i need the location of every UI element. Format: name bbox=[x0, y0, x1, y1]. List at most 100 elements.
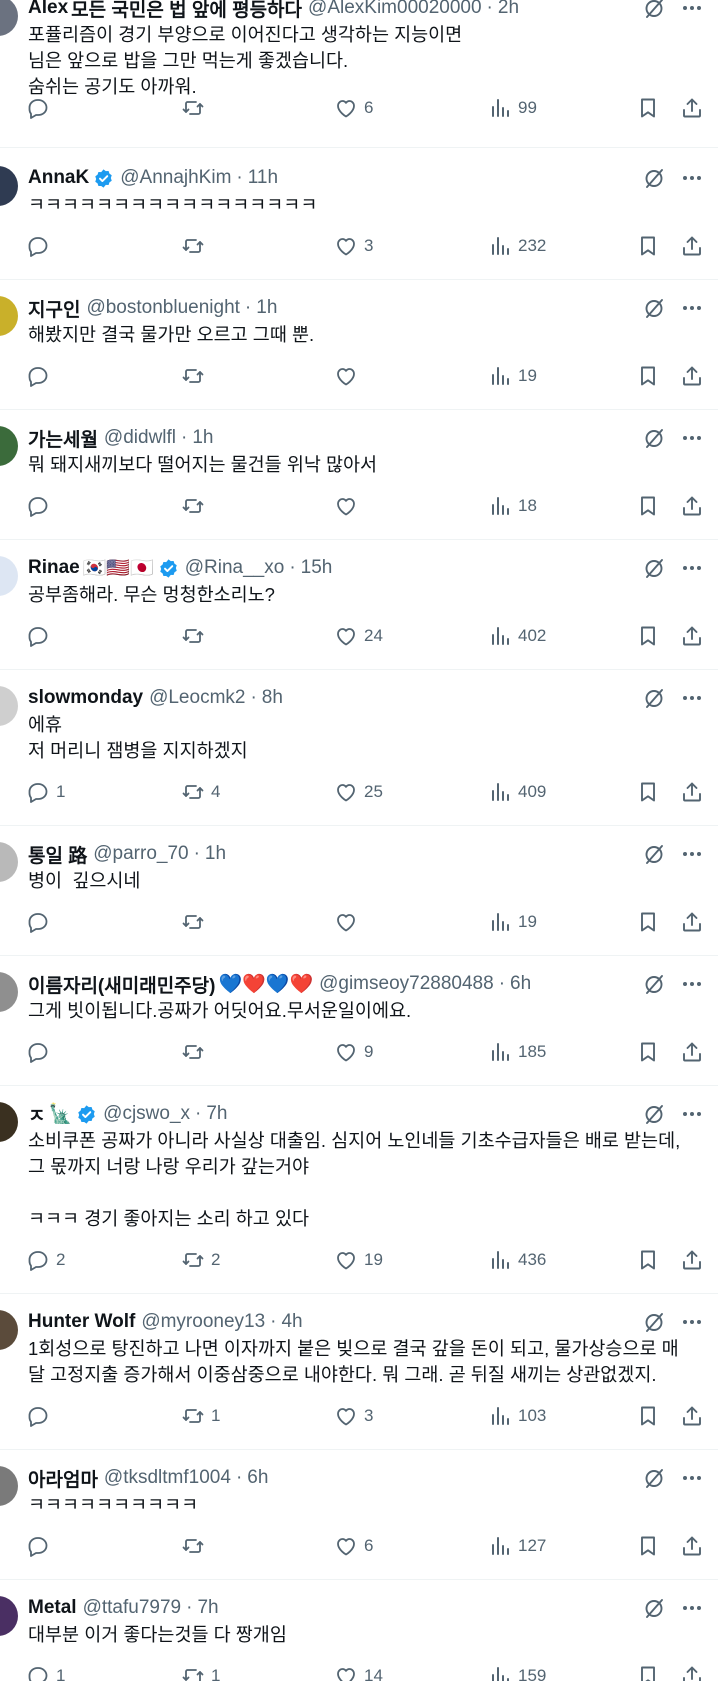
timestamp[interactable]: 1h bbox=[192, 427, 213, 449]
author-handle[interactable]: @myrooney13 bbox=[141, 1311, 265, 1333]
views-button[interactable]: 99 bbox=[488, 96, 537, 120]
avatar[interactable] bbox=[0, 426, 18, 466]
author-name[interactable]: Alex bbox=[28, 0, 68, 19]
views-button[interactable]: 18 bbox=[488, 494, 537, 518]
timestamp[interactable]: 1h bbox=[205, 843, 226, 865]
author-handle[interactable]: @tksdltmf1004 bbox=[104, 1467, 231, 1489]
retweet-button[interactable]: 2 bbox=[181, 1248, 220, 1272]
timestamp[interactable]: 8h bbox=[262, 687, 283, 709]
grok-icon[interactable] bbox=[642, 686, 666, 710]
reply-button[interactable] bbox=[26, 1040, 56, 1064]
bookmark-button[interactable] bbox=[636, 96, 660, 120]
retweet-button[interactable]: 1 bbox=[181, 1404, 220, 1428]
bookmark-button[interactable] bbox=[636, 1534, 660, 1558]
avatar[interactable] bbox=[0, 686, 18, 726]
share-button[interactable] bbox=[680, 96, 704, 120]
reply-button[interactable]: 1 bbox=[26, 780, 65, 804]
views-button[interactable]: 127 bbox=[488, 1534, 546, 1558]
author-name[interactable]: Rinae bbox=[28, 557, 80, 579]
tweet[interactable]: AnnaK @AnnajhKim · 11h ㅋㅋㅋㅋㅋㅋㅋㅋㅋㅋㅋㅋㅋㅋㅋㅋㅋ 3 232 bbox=[0, 150, 718, 280]
tweet[interactable]: Alex 모든 국민은 법 앞에 평등하다 @AlexKim00020000 · 2h 포… bbox=[0, 0, 718, 148]
timestamp[interactable]: 6h bbox=[510, 973, 531, 995]
like-button[interactable] bbox=[334, 910, 364, 934]
bookmark-button[interactable] bbox=[636, 234, 660, 258]
author-handle[interactable]: @Leocmk2 bbox=[149, 687, 245, 709]
author-handle[interactable]: @AnnajhKim bbox=[120, 167, 231, 189]
like-button[interactable]: 19 bbox=[334, 1248, 383, 1272]
author-handle[interactable]: @bostonbluenight bbox=[86, 297, 239, 319]
share-button[interactable] bbox=[680, 1664, 704, 1681]
author-name[interactable]: 통일 路 bbox=[28, 841, 87, 868]
retweet-button[interactable] bbox=[181, 96, 211, 120]
views-button[interactable]: 185 bbox=[488, 1040, 546, 1064]
bookmark-button[interactable] bbox=[636, 364, 660, 388]
avatar[interactable] bbox=[0, 0, 18, 36]
avatar[interactable] bbox=[0, 1596, 18, 1636]
more-icon[interactable] bbox=[680, 556, 704, 580]
avatar[interactable] bbox=[0, 972, 18, 1012]
avatar[interactable] bbox=[0, 296, 18, 336]
grok-icon[interactable] bbox=[642, 1102, 666, 1126]
views-button[interactable]: 19 bbox=[488, 364, 537, 388]
timestamp[interactable]: 11h bbox=[248, 167, 278, 189]
avatar[interactable] bbox=[0, 1102, 18, 1142]
like-button[interactable]: 9 bbox=[334, 1040, 373, 1064]
like-button[interactable]: 6 bbox=[334, 1534, 373, 1558]
bookmark-button[interactable] bbox=[636, 780, 660, 804]
reply-button[interactable] bbox=[26, 364, 56, 388]
author-name[interactable]: 이름자리(새미래민주당) bbox=[28, 971, 215, 998]
tweet[interactable]: 통일 路 @parro_70 · 1h 병이 깊으시네 19 bbox=[0, 826, 718, 956]
like-button[interactable]: 14 bbox=[334, 1664, 383, 1681]
author-name[interactable]: 지구인 bbox=[28, 295, 80, 322]
share-button[interactable] bbox=[680, 1404, 704, 1428]
author-handle[interactable]: @Rina__xo bbox=[185, 557, 285, 579]
bookmark-button[interactable] bbox=[636, 494, 660, 518]
share-button[interactable] bbox=[680, 624, 704, 648]
author-handle[interactable]: @parro_70 bbox=[93, 843, 188, 865]
share-button[interactable] bbox=[680, 1534, 704, 1558]
tweet[interactable]: 지구인 @bostonbluenight · 1h 해봤지만 결국 물가만 오르고 그때… bbox=[0, 280, 718, 410]
views-button[interactable]: 402 bbox=[488, 624, 546, 648]
author-handle[interactable]: @gimseoy72880488 bbox=[319, 973, 494, 995]
timestamp[interactable]: 6h bbox=[247, 1467, 268, 1489]
tweet[interactable]: ㅈ 🗽 @cjswo_x · 7h 소비쿠폰 공짜가 아니라 사실상 대출임. 심지어 노… bbox=[0, 1086, 718, 1294]
author-handle[interactable]: @didwlfl bbox=[104, 427, 176, 449]
share-button[interactable] bbox=[680, 1248, 704, 1272]
more-icon[interactable] bbox=[680, 0, 704, 20]
retweet-button[interactable] bbox=[181, 494, 211, 518]
views-button[interactable]: 232 bbox=[488, 234, 546, 258]
author-handle[interactable]: @AlexKim00020000 bbox=[308, 0, 482, 19]
retweet-button[interactable] bbox=[181, 1534, 211, 1558]
share-button[interactable] bbox=[680, 234, 704, 258]
bookmark-button[interactable] bbox=[636, 1040, 660, 1064]
share-button[interactable] bbox=[680, 910, 704, 934]
avatar[interactable] bbox=[0, 1310, 18, 1350]
author-name[interactable]: slowmonday bbox=[28, 687, 143, 709]
timestamp[interactable]: 4h bbox=[281, 1311, 302, 1333]
grok-icon[interactable] bbox=[642, 426, 666, 450]
author-handle[interactable]: @cjswo_x bbox=[103, 1103, 190, 1125]
tweet[interactable]: 가는세월 @didwlfl · 1h 뭐 돼지새끼보다 떨어지는 물건들 위낙 많아서 1… bbox=[0, 410, 718, 540]
reply-button[interactable]: 1 bbox=[26, 1664, 65, 1681]
more-icon[interactable] bbox=[680, 686, 704, 710]
views-button[interactable]: 19 bbox=[488, 910, 537, 934]
retweet-button[interactable] bbox=[181, 910, 211, 934]
share-button[interactable] bbox=[680, 494, 704, 518]
retweet-button[interactable] bbox=[181, 364, 211, 388]
timestamp[interactable]: 7h bbox=[197, 1597, 218, 1619]
more-icon[interactable] bbox=[680, 972, 704, 996]
reply-button[interactable] bbox=[26, 96, 56, 120]
timestamp[interactable]: 1h bbox=[256, 297, 277, 319]
grok-icon[interactable] bbox=[642, 166, 666, 190]
tweet[interactable]: Hunter Wolf @myrooney13 · 4h 1회성으로 탕진하고 나면 이… bbox=[0, 1294, 718, 1450]
timestamp[interactable]: 2h bbox=[498, 0, 519, 19]
reply-button[interactable] bbox=[26, 494, 56, 518]
author-name[interactable]: 가는세월 bbox=[28, 425, 98, 452]
bookmark-button[interactable] bbox=[636, 1664, 660, 1681]
retweet-button[interactable] bbox=[181, 624, 211, 648]
share-button[interactable] bbox=[680, 1040, 704, 1064]
like-button[interactable] bbox=[334, 364, 364, 388]
more-icon[interactable] bbox=[680, 296, 704, 320]
grok-icon[interactable] bbox=[642, 972, 666, 996]
like-button[interactable]: 25 bbox=[334, 780, 383, 804]
